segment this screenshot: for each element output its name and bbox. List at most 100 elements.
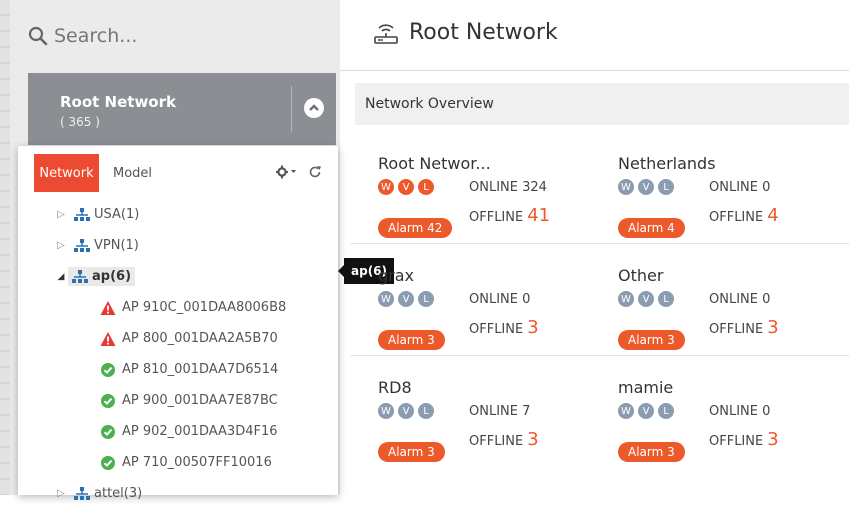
gear-icon[interactable] [276,165,298,179]
collapse-button[interactable] [304,98,324,118]
check-circle-icon [101,393,115,408]
network-card[interactable]: Root Networ... W V L ONLINE 324 OFFLINE 41 Alar… [362,140,587,240]
alarm-badge[interactable]: Alarm 3 [618,442,685,462]
offline-count: OFFLINE 4 [709,205,779,226]
badge-v: V [398,403,414,419]
ap-label: AP 910C_001DAA8006B8 [122,300,287,315]
network-name[interactable]: Root Networ... [378,154,491,173]
online-count: ONLINE 0 [709,180,770,195]
alarm-badge[interactable]: Alarm 4 [618,218,685,238]
row-divider [350,243,849,244]
badge-group: WVL [378,179,434,195]
network-card[interactable]: grax W V L ONLINE 0 OFFLINE 3 Alarm 3 [362,252,587,352]
refresh-icon[interactable] [308,165,322,179]
alarm-badge[interactable]: Alarm 3 [378,330,445,350]
expand-caret[interactable]: ▷ [54,240,68,251]
badge-v: V [398,179,414,195]
router-icon [374,23,398,44]
network-tree-panel: Network Model ▷ USA(1) ▷ VPN(1) ◢ ap(6) … [18,146,338,501]
search-box[interactable]: Search... [28,16,328,56]
network-name[interactable]: grax [378,266,414,285]
ap-label: AP 800_001DAA2A5B70 [122,331,278,346]
network-name[interactable]: RD8 [378,378,412,397]
ap-item[interactable]: AP 902_001DAA3D4F16 [18,416,338,447]
tree-node-ap[interactable]: ◢ ap(6) [18,261,338,292]
network-card[interactable]: mamie W V L ONLINE 0 OFFLINE 3 Alarm 3 [602,364,827,464]
ap-label: AP 810_001DAA7D6514 [122,362,279,377]
badge-w: W [378,179,394,195]
selected-tree-node[interactable]: ap(6) [68,267,136,286]
overview-title: Network Overview [365,96,494,112]
expand-caret[interactable]: ▷ [54,488,68,499]
alarm-badge[interactable]: Alarm 3 [618,330,685,350]
network-name[interactable]: Other [618,266,663,285]
online-value: 0 [762,404,771,419]
tree-node-vpn[interactable]: ▷ VPN(1) [18,230,338,261]
expand-caret[interactable]: ▷ [54,209,68,220]
badge-w: W [618,179,634,195]
offline-count: OFFLINE 3 [709,429,779,450]
offline-value: 4 [767,205,779,226]
ap-item[interactable]: AP 710_00507FF10016 [18,447,338,478]
tree-node-attel[interactable]: ▷ attel(3) [18,478,338,509]
offline-label: OFFLINE [469,322,524,337]
offline-value: 41 [527,205,551,226]
divider [291,86,292,132]
alarm-badge[interactable]: Alarm 42 [378,218,453,238]
network-tree: ▷ USA(1) ▷ VPN(1) ◢ ap(6) AP 910C_001DAA… [18,199,338,509]
tree-node-label: ap(6) [92,269,132,284]
ap-item[interactable]: AP 900_001DAA7E87BC [18,385,338,416]
network-name[interactable]: Netherlands [618,154,716,173]
tab-model[interactable]: Model [113,166,152,181]
root-network-card[interactable]: Root Network ( 365 ) [28,73,336,145]
badge-w: W [618,291,634,307]
network-name[interactable]: mamie [618,378,673,397]
badge-group: WVL [618,403,674,419]
check-circle-icon [101,362,115,377]
offline-count: OFFLINE 3 [469,429,539,450]
online-value: 0 [762,180,771,195]
badge-w: W [378,291,394,307]
ap-item[interactable]: AP 810_001DAA7D6514 [18,354,338,385]
online-value: 7 [522,404,531,419]
network-card[interactable]: Other W V L ONLINE 0 OFFLINE 3 Alarm 3 [602,252,827,352]
online-value: 0 [522,292,531,307]
network-icon [74,486,90,500]
tree-tabs: Network Model [34,154,152,192]
ap-label: AP 900_001DAA7E87BC [122,393,278,408]
online-count: ONLINE 0 [709,292,770,307]
badge-group: WVL [378,291,434,307]
online-label: ONLINE [709,180,758,195]
ap-label: AP 902_001DAA3D4F16 [122,424,278,439]
badge-group: WVL [378,403,434,419]
offline-value: 3 [527,317,539,338]
online-value: 0 [762,292,771,307]
offline-count: OFFLINE 3 [469,317,539,338]
badge-v: V [638,291,654,307]
root-network-count: ( 365 ) [60,115,100,129]
ap-item[interactable]: AP 800_001DAA2A5B70 [18,323,338,354]
tab-network[interactable]: Network [34,154,99,192]
collapse-caret[interactable]: ◢ [54,272,68,282]
alarm-badge[interactable]: Alarm 3 [378,442,445,462]
panel-edge [0,0,10,495]
warning-icon [100,331,116,346]
offline-label: OFFLINE [709,210,764,225]
badge-group: WVL [618,291,674,307]
badge-v: V [638,179,654,195]
badge-l: L [418,291,434,307]
tree-node-label: VPN(1) [94,238,139,253]
ap-item[interactable]: AP 910C_001DAA8006B8 [18,292,338,323]
network-card[interactable]: RD8 W V L ONLINE 7 OFFLINE 3 Alarm 3 [362,364,587,464]
tree-node-usa[interactable]: ▷ USA(1) [18,199,338,230]
badge-v: V [398,291,414,307]
badge-group: WVL [618,179,674,195]
ap-label: AP 710_00507FF10016 [122,455,272,470]
offline-count: OFFLINE 3 [709,317,779,338]
online-label: ONLINE [709,404,758,419]
badge-w: W [378,403,394,419]
network-card[interactable]: Netherlands W V L ONLINE 0 OFFLINE 4 Alarm 4 [602,140,827,240]
row-divider [350,355,849,356]
search-input[interactable]: Search... [54,25,137,47]
overview-bar: Network Overview [355,83,849,125]
